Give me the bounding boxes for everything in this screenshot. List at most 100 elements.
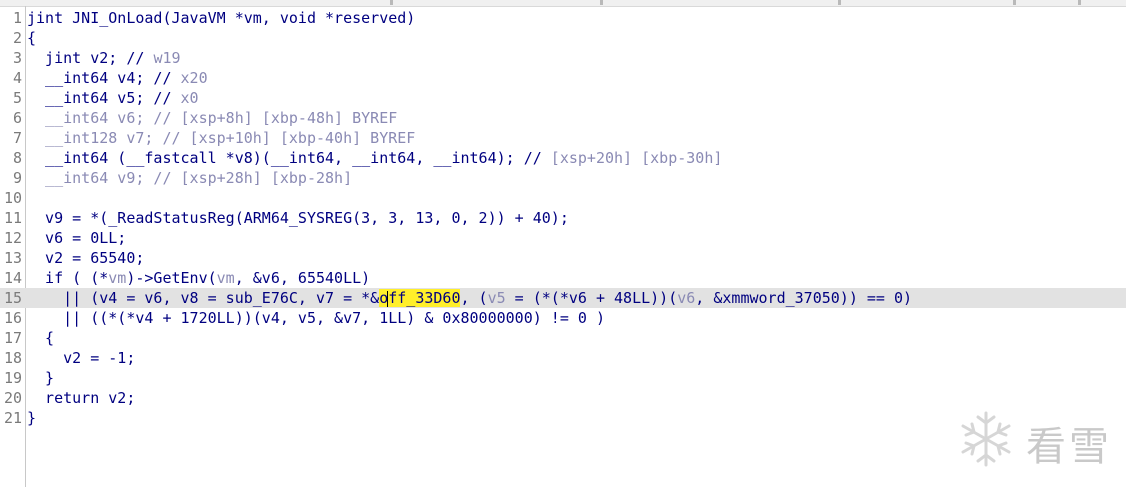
- line-number: 10: [3, 189, 22, 207]
- code-token[interactable]: , &xmmword_37050)) == 0): [695, 289, 912, 307]
- code-line[interactable]: 11 v9 = *(_ReadStatusReg(ARM64_SYSREG(3,…: [0, 208, 1126, 228]
- code-token[interactable]: {: [27, 329, 54, 347]
- line-number: 21: [3, 409, 22, 427]
- comment-token[interactable]: v6: [677, 289, 695, 307]
- code-text[interactable]: {: [27, 28, 36, 48]
- code-token[interactable]: __int64 (__fastcall *v8)(__int64, __int6…: [27, 149, 551, 167]
- code-token[interactable]: v9 = *(_ReadStatusReg(ARM64_SYSREG(3, 3,…: [27, 209, 569, 227]
- line-number: 20: [3, 389, 22, 407]
- line-number: 3: [12, 49, 22, 67]
- code-token[interactable]: __int64 v4; //: [27, 69, 181, 87]
- code-text[interactable]: jint v2; // w19: [27, 48, 180, 68]
- code-token[interactable]: {: [27, 29, 36, 47]
- code-token[interactable]: if ( (*: [27, 269, 108, 287]
- code-token[interactable]: __int64 v5; //: [27, 89, 181, 107]
- code-line[interactable]: 8 __int64 (__fastcall *v8)(__int64, __in…: [0, 148, 1126, 168]
- line-number: 17: [3, 329, 22, 347]
- code-text[interactable]: || ((*(*v4 + 1720LL))(v4, v5, &v7, 1LL) …: [27, 308, 605, 328]
- line-number: 14: [3, 269, 22, 287]
- code-text[interactable]: __int128 v7; // [xsp+10h] [xbp-40h] BYRE…: [27, 128, 415, 148]
- comment-token[interactable]: __int128 v7; // [xsp+10h] [xbp-40h] BYRE…: [27, 129, 415, 147]
- code-line[interactable]: 9 __int64 v9; // [xsp+28h] [xbp-28h]: [0, 168, 1126, 188]
- code-token[interactable]: jint JNI_OnLoad(JavaVM *vm, void *reserv…: [27, 9, 415, 27]
- comment-token[interactable]: vm: [217, 269, 235, 287]
- top-tab-strip: [0, 0, 1126, 7]
- line-number: 16: [3, 309, 22, 327]
- line-number: 5: [12, 89, 22, 107]
- comment-token[interactable]: vm: [108, 269, 126, 287]
- code-line[interactable]: 12 v6 = 0LL;: [0, 228, 1126, 248]
- code-text[interactable]: }: [27, 408, 36, 428]
- comment-token[interactable]: w19: [153, 49, 180, 67]
- code-text[interactable]: v6 = 0LL;: [27, 228, 126, 248]
- line-number: 4: [12, 69, 22, 87]
- code-token[interactable]: )->GetEnv(: [126, 269, 216, 287]
- code-token[interactable]: return v2;: [27, 389, 135, 407]
- code-token[interactable]: v2 = 65540;: [27, 249, 144, 267]
- tab-marker: [390, 0, 393, 5]
- code-line[interactable]: 1 jint JNI_OnLoad(JavaVM *vm, void *reser…: [0, 8, 1126, 28]
- code-token[interactable]: , &v6, 65540LL): [235, 269, 370, 287]
- code-token[interactable]: jint v2; //: [27, 49, 153, 67]
- code-line[interactable]: 16 || ((*(*v4 + 1720LL))(v4, v5, &v7, 1L…: [0, 308, 1126, 328]
- code-text[interactable]: __int64 v9; // [xsp+28h] [xbp-28h]: [27, 168, 352, 188]
- code-line[interactable]: 14 if ( (*vm)->GetEnv(vm, &v6, 65540LL): [0, 268, 1126, 288]
- code-line[interactable]: 4 __int64 v4; // x20: [0, 68, 1126, 88]
- code-text[interactable]: __int64 v5; // x0: [27, 88, 199, 108]
- code-line[interactable]: 6 __int64 v6; // [xsp+8h] [xbp-48h] BYRE…: [0, 108, 1126, 128]
- code-token[interactable]: }: [27, 369, 54, 387]
- code-line[interactable]: 3 jint v2; // w19: [0, 48, 1126, 68]
- code-token[interactable]: = (*(*v6 + 48LL))(: [506, 289, 678, 307]
- code-text[interactable]: }: [27, 368, 54, 388]
- code-token[interactable]: v2 = -1;: [27, 349, 135, 367]
- code-line[interactable]: 10: [0, 188, 1126, 208]
- pseudocode-view[interactable]: 1 jint JNI_OnLoad(JavaVM *vm, void *reser…: [0, 8, 1126, 428]
- comment-token[interactable]: v5: [488, 289, 506, 307]
- code-text[interactable]: || (v4 = v6, v8 = sub_E76C, v7 = *&off_3…: [27, 288, 912, 308]
- line-number: 18: [3, 349, 22, 367]
- code-text[interactable]: v2 = 65540;: [27, 248, 144, 268]
- code-text[interactable]: __int64 (__fastcall *v8)(__int64, __int6…: [27, 148, 722, 168]
- code-line[interactable]: 19 }: [0, 368, 1126, 388]
- code-text[interactable]: __int64 v4; // x20: [27, 68, 208, 88]
- code-text[interactable]: if ( (*vm)->GetEnv(vm, &v6, 65540LL): [27, 268, 370, 288]
- code-token[interactable]: || ((*(*v4 + 1720LL))(v4, v5, &v7, 1LL) …: [27, 309, 605, 327]
- comment-token[interactable]: [xsp+20h] [xbp-30h]: [551, 149, 723, 167]
- code-line[interactable]: 15 || (v4 = v6, v8 = sub_E76C, v7 = *&of…: [0, 288, 1126, 308]
- line-number: 2: [12, 29, 22, 47]
- line-number: 7: [12, 129, 22, 147]
- line-number: 6: [12, 109, 22, 127]
- code-text[interactable]: v9 = *(_ReadStatusReg(ARM64_SYSREG(3, 3,…: [27, 208, 569, 228]
- code-line[interactable]: 17 {: [0, 328, 1126, 348]
- code-line[interactable]: 13 v2 = 65540;: [0, 248, 1126, 268]
- tab-marker: [838, 0, 841, 5]
- code-text[interactable]: {: [27, 328, 54, 348]
- code-line[interactable]: 20 return v2;: [0, 388, 1126, 408]
- code-token[interactable]: v6 = 0LL;: [27, 229, 126, 247]
- code-text[interactable]: jint JNI_OnLoad(JavaVM *vm, void *reserv…: [27, 8, 415, 28]
- code-token[interactable]: }: [27, 409, 36, 427]
- code-text[interactable]: __int64 v6; // [xsp+8h] [xbp-48h] BYREF: [27, 108, 397, 128]
- comment-token[interactable]: __int64 v9; // [xsp+28h] [xbp-28h]: [27, 169, 352, 187]
- line-number: 19: [3, 369, 22, 387]
- highlighted-identifier[interactable]: ff_33D60: [388, 289, 461, 307]
- code-token[interactable]: , (: [460, 289, 487, 307]
- comment-token[interactable]: __int64 v6; // [xsp+8h] [xbp-48h] BYREF: [27, 109, 397, 127]
- code-line[interactable]: 18 v2 = -1;: [0, 348, 1126, 368]
- line-number: 15: [3, 289, 22, 307]
- line-number: 9: [12, 169, 22, 187]
- line-number: 12: [3, 229, 22, 247]
- code-text[interactable]: v2 = -1;: [27, 348, 135, 368]
- code-line[interactable]: 7 __int128 v7; // [xsp+10h] [xbp-40h] BY…: [0, 128, 1126, 148]
- comment-token[interactable]: x20: [181, 69, 208, 87]
- code-text[interactable]: return v2;: [27, 388, 135, 408]
- tab-marker: [600, 0, 603, 5]
- code-line[interactable]: 2{: [0, 28, 1126, 48]
- comment-token[interactable]: x0: [181, 89, 199, 107]
- tab-marker: [1078, 0, 1081, 5]
- watermark-text: 看雪: [1026, 424, 1112, 470]
- line-number: 13: [3, 249, 22, 267]
- line-number: 8: [12, 149, 22, 167]
- code-token[interactable]: || (v4 = v6, v8 = sub_E76C, v7 = *&: [27, 289, 379, 307]
- code-line[interactable]: 5 __int64 v5; // x0: [0, 88, 1126, 108]
